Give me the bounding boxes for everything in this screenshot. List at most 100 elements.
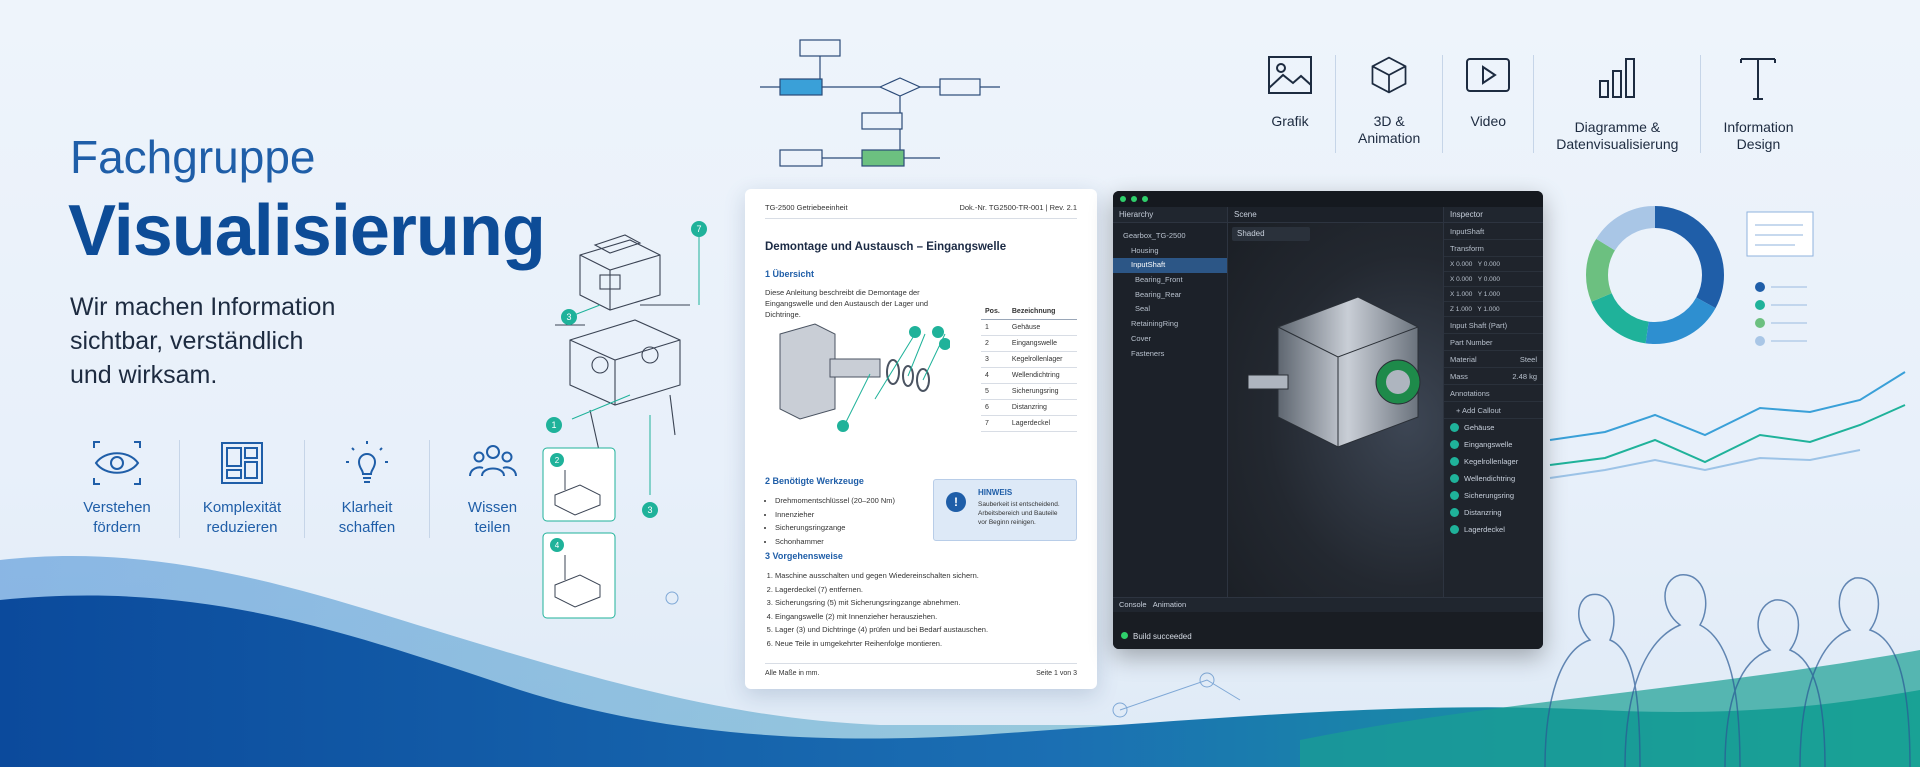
scale-field[interactable]: Z 1.000 Y 1.000: [1444, 302, 1543, 317]
3d-editor-window: Hierarchy Gearbox_TG-2500 Housing InputS…: [1113, 191, 1543, 649]
tree-item-selected[interactable]: InputShaft: [1113, 258, 1227, 274]
tools-list: Drehmomentschlüssel (20–200 Nm) Innenzie…: [765, 494, 930, 548]
value-label: fördern: [93, 519, 141, 536]
tree-item[interactable]: Cover: [1113, 332, 1227, 347]
hint-text: Sauberkeit ist entscheidend. Arbeitsbere…: [978, 501, 1060, 526]
cell: 1: [981, 319, 1008, 336]
annotation-item[interactable]: Wellendichtring: [1444, 470, 1543, 487]
field-label: Mass: [1450, 372, 1468, 381]
part-title: Input Shaft (Part): [1444, 317, 1543, 334]
field-value: Y 0.000: [1477, 276, 1501, 283]
window-dot[interactable]: [1142, 196, 1148, 202]
field-value: Y 0.000: [1477, 261, 1501, 268]
rotation-field[interactable]: X 0.000 Y 0.000: [1444, 272, 1543, 287]
service-item: Video: [1443, 55, 1535, 153]
flowchart: [760, 39, 1000, 167]
hero-subtitle-line: sichtbar, verständlich: [70, 327, 304, 355]
list-item: Neue Teile in umgekehrter Reihenfolge mo…: [775, 637, 1075, 651]
cube-icon: [1371, 56, 1407, 94]
annotation-item[interactable]: Sicherungsring: [1444, 487, 1543, 504]
tab-animation[interactable]: Animation: [1153, 600, 1186, 609]
value-item: Verstehen fördern: [55, 440, 180, 538]
list-item: Lager (3) und Dichtringe (4) prüfen und …: [775, 623, 1075, 637]
service-label: Datenvisualisierung: [1556, 136, 1679, 152]
svg-text:2: 2: [555, 456, 560, 465]
cell: 6: [981, 399, 1008, 416]
table-row: 5 Sicherungsring: [981, 383, 1077, 400]
service-label: Video: [1470, 113, 1507, 129]
bar-chart-icon: [1599, 58, 1636, 98]
top-icon-row: Grafik 3D & Animation Video Diagramme & …: [1245, 55, 1816, 153]
parts-table: Pos. Bezeichnung 1 Gehäuse 2 Eingangswelle …: [981, 304, 1077, 432]
table-row: 6 Distanzring: [981, 399, 1077, 416]
lightbulb-icon: [346, 441, 388, 483]
cell: Gehäuse: [1007, 319, 1077, 336]
tree-item[interactable]: Fasteners: [1113, 347, 1227, 362]
field-value: Y 1.000: [1477, 306, 1500, 313]
table-row: 1 Gehäuse: [981, 319, 1077, 336]
tab-console[interactable]: Console: [1119, 600, 1147, 609]
image-icon: [1268, 56, 1312, 94]
steps-list: Maschine ausschalten und gegen Wiederein…: [765, 569, 1075, 650]
tree-item[interactable]: Bearing_Front: [1113, 273, 1227, 288]
svg-text:3: 3: [647, 505, 652, 515]
tree-item[interactable]: Housing: [1113, 244, 1227, 259]
hero-kicker: Fachgruppe: [70, 131, 316, 183]
tree-item[interactable]: RetainingRing: [1113, 317, 1227, 332]
tree-item[interactable]: Bearing_Rear: [1113, 288, 1227, 303]
transform-section[interactable]: Transform: [1444, 240, 1543, 257]
hint-title: HINWEIS: [978, 488, 1013, 497]
position-field[interactable]: X 0.000 Y 0.000: [1444, 257, 1543, 272]
tree-item[interactable]: Gearbox_TG-2500: [1113, 229, 1227, 244]
title-bar: [1113, 191, 1543, 207]
value-label: Verstehen: [83, 499, 151, 516]
cell: Lagerdeckel: [1007, 415, 1077, 432]
cell: 5: [981, 383, 1008, 400]
doc-footer: Alle Maße in mm. Seite 1 von 3: [765, 663, 1077, 677]
doc-footer-note: Alle Maße in mm.: [765, 670, 820, 677]
doc-section-heading: 2 Benötigte Werkzeuge: [765, 476, 864, 486]
annotation-item[interactable]: Kegelrollenlager: [1444, 453, 1543, 470]
window-dot[interactable]: [1120, 196, 1126, 202]
field-value: X 1.000: [1450, 291, 1473, 298]
field-value: 2.48 kg: [1512, 372, 1537, 381]
cell: Kegelrollenlager: [1007, 351, 1077, 368]
annotation-item[interactable]: Eingangswelle: [1444, 436, 1543, 453]
hero-title: Visualisierung: [68, 191, 546, 271]
table-row: 2 Eingangswelle: [981, 335, 1077, 352]
cell: 4: [981, 367, 1008, 384]
build-status: Build succeeded: [1121, 632, 1192, 641]
parts-header: Bezeichnung: [1007, 304, 1077, 320]
selected-object-name: InputShaft: [1444, 223, 1543, 240]
cell: 7: [981, 415, 1008, 432]
scale-field[interactable]: X 1.000 Y 1.000: [1444, 287, 1543, 302]
gearbox-illustration: [779, 323, 950, 432]
hierarchy-title: Hierarchy: [1113, 207, 1227, 223]
svg-text:4: 4: [555, 541, 560, 550]
tree-item[interactable]: Seal: [1113, 302, 1227, 317]
service-item: Information Design: [1701, 55, 1815, 153]
hint-box: ! HINWEIS Sauberkeit ist entscheidend. A…: [933, 479, 1077, 541]
service-label: Animation: [1358, 130, 1421, 146]
annotation-item[interactable]: Lagerdeckel: [1444, 521, 1543, 538]
annotations-title: Annotations: [1444, 385, 1543, 402]
material-field[interactable]: Material Steel: [1444, 351, 1543, 368]
shading-dropdown[interactable]: Shaded: [1232, 227, 1310, 241]
doc-header: TG-2500 Getriebeeinheit Dok.-Nr. TG2500-…: [765, 203, 1077, 219]
field-label: Material: [1450, 355, 1477, 364]
annotation-item[interactable]: Distanzring: [1444, 504, 1543, 521]
cell: Sicherungsring: [1007, 383, 1077, 400]
annotation-item[interactable]: Gehäuse: [1444, 419, 1543, 436]
value-label: reduzieren: [206, 519, 278, 536]
window-dot[interactable]: [1131, 196, 1137, 202]
field-value: Z 1.000: [1450, 306, 1473, 313]
cell: 2: [981, 335, 1008, 352]
hero-subtitle: Wir machen Information sichtbar, verstän…: [70, 290, 390, 392]
table-row: 7 Lagerdeckel: [981, 415, 1077, 432]
donut-chart: [1586, 206, 1814, 346]
page-number: Seite 1 von 3: [1036, 670, 1077, 677]
part-number-field[interactable]: Part Number: [1444, 334, 1543, 351]
add-callout-button[interactable]: + Add Callout: [1444, 402, 1543, 419]
doc-section-heading: 3 Vorgehensweise: [765, 551, 843, 561]
list-item: Drehmomentschlüssel (20–200 Nm): [775, 494, 930, 508]
